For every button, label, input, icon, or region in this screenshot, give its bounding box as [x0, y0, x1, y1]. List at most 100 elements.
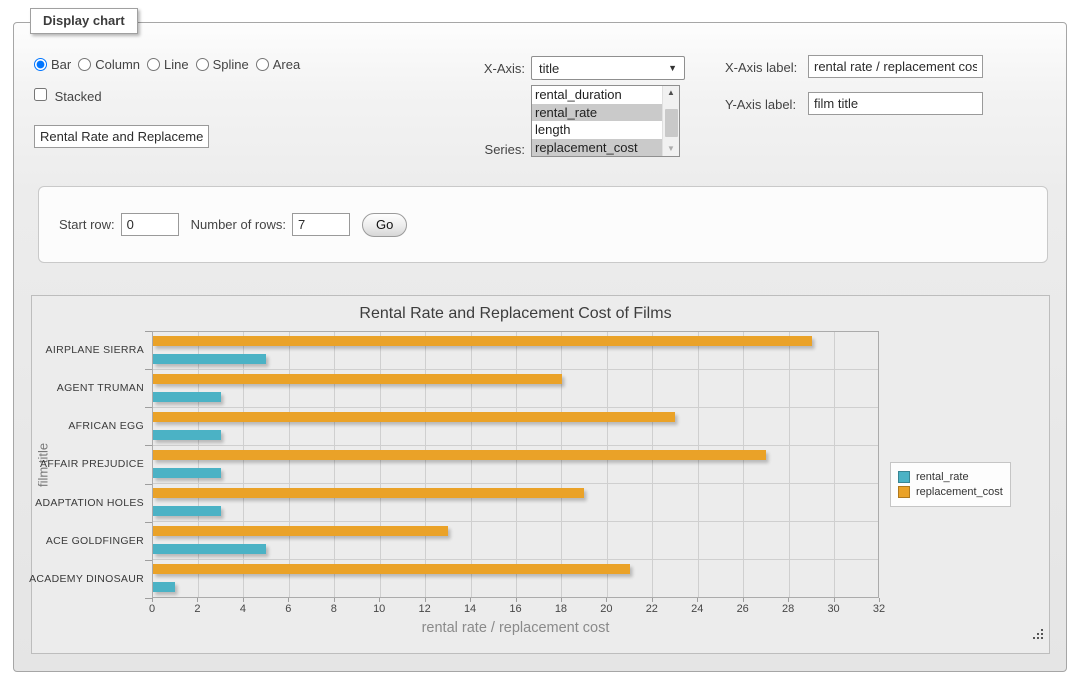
go-button[interactable]: Go [362, 213, 407, 237]
resize-handle-icon[interactable] [1033, 629, 1044, 640]
category-label: AGENT TRUMAN [32, 369, 144, 407]
series-option-rental_rate[interactable]: rental_rate [532, 104, 662, 122]
category-label: ACADEMY DINOSAUR [32, 560, 144, 598]
x-tick-mark [379, 598, 380, 602]
x-tick-mark [288, 598, 289, 602]
bar-rental_rate [153, 506, 221, 516]
x-tick-label: 0 [149, 603, 155, 615]
chart-x-axis-title: rental rate / replacement cost [152, 620, 879, 636]
x-tick-mark [606, 598, 607, 602]
x-tick-mark [561, 598, 562, 602]
chart-type-radio-line[interactable]: Line [147, 57, 189, 72]
x-tick-mark [697, 598, 698, 602]
plot-row [153, 370, 878, 408]
x-tick-mark [834, 598, 835, 602]
y-tick-mark [145, 369, 152, 370]
chart-title: Rental Rate and Replacement Cost of Film… [32, 305, 999, 323]
row-range-panel: Start row: Number of rows: Go [38, 186, 1048, 263]
chart-type-radio-input-bar[interactable] [34, 58, 47, 71]
y-axis-label-input[interactable] [808, 92, 983, 115]
stacked-checkbox-label[interactable]: Stacked [34, 88, 102, 104]
x-tick-label: 28 [782, 603, 794, 615]
category-label: AIRPLANE SIERRA [32, 331, 144, 369]
x-axis-select-label: X-Axis: [454, 61, 525, 76]
y-tick-mark [145, 598, 152, 599]
x-tick-mark [152, 598, 153, 602]
x-tick-label: 12 [419, 603, 431, 615]
chart-type-radio-bar[interactable]: Bar [34, 57, 71, 72]
chart-type-radio-input-column[interactable] [78, 58, 91, 71]
chart-type-radio-input-spline[interactable] [196, 58, 209, 71]
x-axis-label-input[interactable] [808, 55, 983, 78]
legend-swatch-rental_rate [898, 471, 910, 483]
stacked-checkbox[interactable] [34, 88, 47, 101]
chart-title-input[interactable] [34, 125, 209, 148]
bar-replacement_cost [153, 526, 448, 536]
category-label: AFRICAN EGG [32, 407, 144, 445]
x-tick-label: 24 [691, 603, 703, 615]
plot-row [153, 408, 878, 446]
legend-label: rental_rate [916, 471, 969, 483]
chart-type-radio-text: Spline [213, 57, 249, 72]
y-tick-mark [145, 445, 152, 446]
x-tick-mark [243, 598, 244, 602]
legend-swatch-replacement_cost [898, 486, 910, 498]
start-row-input[interactable] [121, 213, 179, 236]
bar-replacement_cost [153, 488, 584, 498]
x-tick-mark [516, 598, 517, 602]
bar-replacement_cost [153, 564, 630, 574]
bar-rental_rate [153, 392, 221, 402]
legend-entry: replacement_cost [898, 486, 1003, 498]
x-tick-label: 8 [331, 603, 337, 615]
scrollbar-thumb[interactable] [665, 109, 678, 137]
x-tick-label: 2 [194, 603, 200, 615]
x-tick-mark [788, 598, 789, 602]
series-listbox[interactable]: rental_durationrental_ratelengthreplacem… [531, 85, 680, 157]
plot-row [153, 522, 878, 560]
chart-type-radio-text: Bar [51, 57, 71, 72]
start-row-label: Start row: [59, 217, 115, 232]
chart-type-radio-spline[interactable]: Spline [196, 57, 249, 72]
bar-rental_rate [153, 354, 266, 364]
legend-label: replacement_cost [916, 486, 1003, 498]
x-tick-label: 4 [240, 603, 246, 615]
chevron-down-icon: ▼ [668, 63, 677, 73]
x-tick-mark [879, 598, 880, 602]
chart-type-radio-text: Column [95, 57, 140, 72]
y-tick-mark [145, 331, 152, 332]
chart-type-radio-area[interactable]: Area [256, 57, 300, 72]
category-labels: AIRPLANE SIERRAAGENT TRUMANAFRICAN EGGAF… [32, 331, 144, 598]
x-tick-label: 20 [600, 603, 612, 615]
chart-type-radio-input-area[interactable] [256, 58, 269, 71]
bar-rental_rate [153, 468, 221, 478]
chart-type-radio-column[interactable]: Column [78, 57, 140, 72]
plot-row [153, 446, 878, 484]
x-tick-mark [743, 598, 744, 602]
category-label: AFFAIR PREJUDICE [32, 445, 144, 483]
y-axis-label-label: Y-Axis label: [725, 97, 796, 112]
series-option-replacement_cost[interactable]: replacement_cost [532, 139, 662, 157]
x-axis-label-label: X-Axis label: [725, 60, 797, 75]
series-list-label: Series: [454, 142, 525, 157]
x-tick-label: 16 [509, 603, 521, 615]
category-label: ACE GOLDFINGER [32, 522, 144, 560]
num-rows-input[interactable] [292, 213, 350, 236]
chart-type-radio-group: Bar Column Line Spline Area [34, 54, 307, 74]
bar-replacement_cost [153, 336, 812, 346]
scroll-down-icon[interactable]: ▼ [663, 142, 679, 156]
fieldset-legend: Display chart [30, 8, 138, 34]
plot-row [153, 484, 878, 522]
chart-type-radio-input-line[interactable] [147, 58, 160, 71]
chart-legend: rental_rate replacement_cost [890, 462, 1011, 507]
chart-panel: Rental Rate and Replacement Cost of Film… [31, 295, 1050, 654]
display-chart-fieldset: Display chart BarColumnLineSplineArea St… [13, 22, 1067, 672]
series-scrollbar[interactable]: ▲ ▼ [662, 86, 679, 156]
scroll-up-icon[interactable]: ▲ [663, 86, 679, 100]
x-tick-label: 18 [555, 603, 567, 615]
plot-row [153, 560, 878, 597]
x-axis-select[interactable]: title ▼ [531, 56, 685, 80]
plot-row [153, 332, 878, 370]
series-option-length[interactable]: length [532, 121, 662, 139]
x-tick-label: 6 [285, 603, 291, 615]
series-option-rental_duration[interactable]: rental_duration [532, 86, 662, 104]
